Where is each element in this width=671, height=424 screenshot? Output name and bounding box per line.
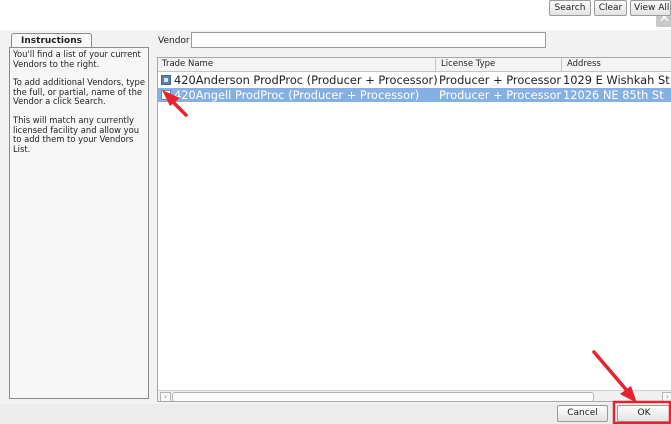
address-cell: 1029 E Wishkah St — [563, 73, 670, 87]
instructions-panel: You'll find a list of your current Vendo… — [9, 47, 149, 399]
instructions-text: To add additional Vendors, type the full… — [13, 77, 145, 107]
address-cell: 12026 NE 85th St — [563, 88, 664, 102]
search-button[interactable]: Search — [549, 0, 591, 16]
clear-button[interactable]: Clear — [594, 0, 627, 16]
trade-name-cell: 420Angell ProdProc (Producer + Processor… — [174, 88, 420, 102]
view-all-button[interactable]: View All — [630, 0, 671, 16]
vendor-label: Vendor — [158, 36, 190, 46]
column-header-license-type[interactable]: License Type — [441, 59, 495, 69]
license-type-cell: Producer + Processor — [439, 88, 562, 102]
table-row[interactable]: 420Anderson ProdProc (Producer + Process… — [158, 73, 671, 87]
row-checkbox[interactable] — [161, 90, 171, 100]
vendor-dialog: ✕ Instructions You'll find a list of you… — [0, 0, 671, 424]
tab-instructions[interactable]: Instructions — [11, 33, 92, 48]
column-header-address[interactable]: Address — [567, 59, 601, 69]
column-header-trade-name[interactable]: Trade Name — [162, 59, 213, 69]
table-row[interactable]: 420Angell ProdProc (Producer + Processor… — [158, 88, 671, 102]
scroll-thumb[interactable] — [172, 392, 594, 401]
instructions-text: You'll find a list of your current Vendo… — [13, 49, 141, 69]
column-divider[interactable] — [435, 58, 436, 71]
column-divider[interactable] — [561, 58, 562, 71]
license-type-cell: Producer + Processor — [439, 73, 562, 87]
row-checkbox[interactable] — [161, 75, 171, 85]
vendor-search-input[interactable] — [191, 32, 546, 48]
horizontal-scrollbar[interactable]: ‹ › — [158, 390, 671, 401]
instructions-text: This will match any currently licensed f… — [13, 114, 140, 154]
table-header: Trade Name License Type Address — [158, 58, 671, 72]
trade-name-cell: 420Anderson ProdProc (Producer + Process… — [174, 73, 438, 87]
vendors-table: Trade Name License Type Address 420Ander… — [157, 57, 671, 402]
scroll-left-icon[interactable]: ‹ — [160, 392, 171, 401]
cancel-button[interactable]: Cancel — [557, 405, 608, 422]
scroll-right-icon[interactable]: › — [662, 392, 671, 401]
ok-button[interactable]: OK — [617, 405, 671, 422]
